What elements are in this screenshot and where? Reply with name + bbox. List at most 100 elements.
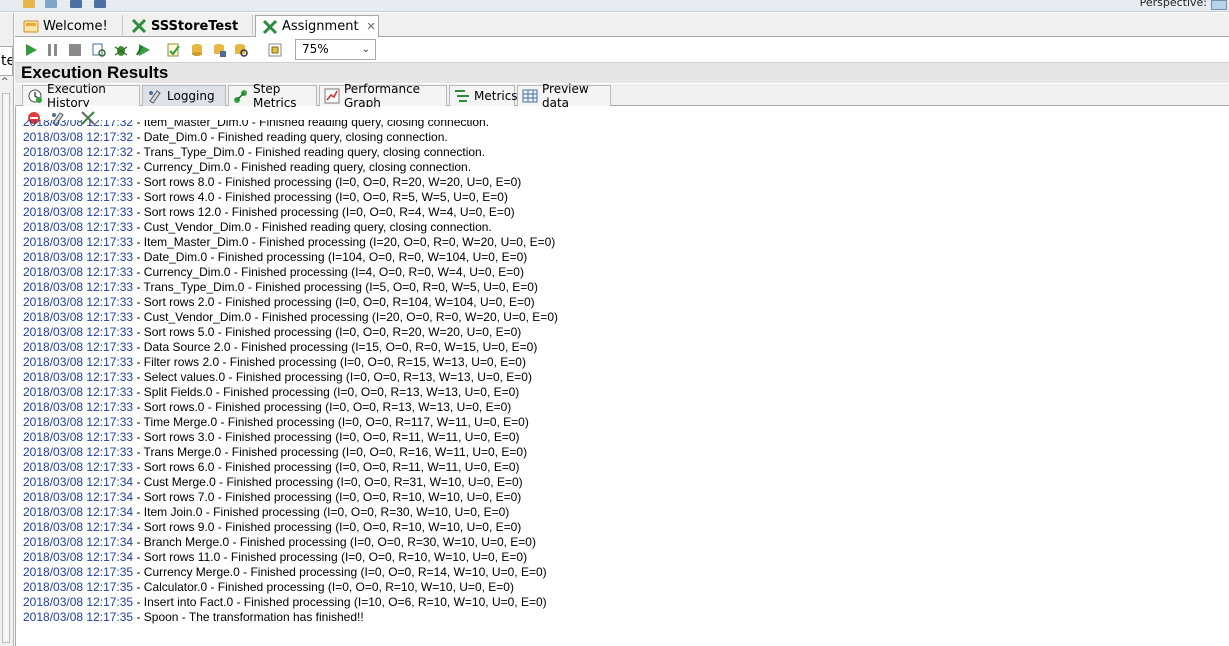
log-timestamp: 2018/03/08 12:17:35	[23, 595, 134, 609]
log-timestamp: 2018/03/08 12:17:35	[23, 580, 134, 594]
log-line: 2018/03/08 12:17:34 - Branch Merge.0 - F…	[23, 535, 1223, 550]
save-as-icon[interactable]	[94, 0, 106, 8]
log-message: - Sort rows 6.0 - Finished processing (I…	[133, 460, 520, 474]
log-timestamp: 2018/03/08 12:17:33	[23, 295, 134, 309]
log-line: 2018/03/08 12:17:34 - Sort rows 7.0 - Fi…	[23, 490, 1223, 505]
run-icon[interactable]	[23, 42, 39, 58]
log-timestamp: 2018/03/08 12:17:33	[23, 460, 134, 474]
tab-preview-data[interactable]: Preview data	[517, 82, 611, 110]
close-icon[interactable]: ✕	[367, 20, 376, 33]
log-timestamp: 2018/03/08 12:17:33	[23, 370, 134, 384]
log-message: - Sort rows 3.0 - Finished processing (I…	[133, 430, 520, 444]
log-line: 2018/03/08 12:17:35 - Spoon - The transf…	[23, 610, 1223, 625]
log-timestamp: 2018/03/08 12:17:35	[23, 565, 134, 579]
log-timestamp: 2018/03/08 12:17:34	[23, 550, 134, 564]
log-line: 2018/03/08 12:17:33 - Item_Master_Dim.0 …	[23, 235, 1223, 250]
stop-icon[interactable]	[67, 42, 83, 58]
tab-step-metrics[interactable]: Step Metrics	[228, 82, 317, 110]
tab-ssstoretest[interactable]: SSStoreTest	[125, 15, 253, 37]
log-timestamp: 2018/03/08 12:17:32	[23, 160, 134, 174]
log-timestamp: 2018/03/08 12:17:32	[23, 145, 134, 159]
execution-results-tabs: Execution History Logging Step Metrics P…	[15, 82, 1229, 110]
section-title: Execution Results	[21, 63, 169, 82]
perspective-icon[interactable]	[1211, 0, 1227, 10]
tab-welcome[interactable]: Welcome!	[17, 15, 123, 37]
log-timestamp: 2018/03/08 12:17:33	[23, 400, 134, 414]
log-line: 2018/03/08 12:17:33 - Cust_Vendor_Dim.0 …	[23, 220, 1223, 235]
log-line: 2018/03/08 12:17:32 - Item_Master_Dim.0 …	[23, 120, 1223, 130]
log-line: 2018/03/08 12:17:34 - Cust Merge.0 - Fin…	[23, 475, 1223, 490]
tab-execution-history[interactable]: Execution History	[22, 82, 140, 110]
log-timestamp: 2018/03/08 12:17:33	[23, 175, 134, 189]
log-line: 2018/03/08 12:17:34 - Sort rows 9.0 - Fi…	[23, 520, 1223, 535]
log-timestamp: 2018/03/08 12:17:33	[23, 415, 134, 429]
log-timestamp: 2018/03/08 12:17:33	[23, 220, 134, 234]
log-line: 2018/03/08 12:17:33 - Cust_Vendor_Dim.0 …	[23, 310, 1223, 325]
log-message: - Trans_Type_Dim.0 - Finished processing…	[133, 280, 538, 294]
replay-icon[interactable]	[136, 42, 152, 58]
tab-metrics[interactable]: Metrics	[449, 85, 518, 106]
log-line: 2018/03/08 12:17:35 - Calculator.0 - Fin…	[23, 580, 1223, 595]
log-line: 2018/03/08 12:17:33 - Time Merge.0 - Fin…	[23, 415, 1223, 430]
chevron-down-icon: ⌄	[361, 44, 370, 55]
log-message: - Sort rows 8.0 - Finished processing (I…	[133, 175, 522, 189]
open-folder-icon[interactable]	[23, 0, 35, 8]
log-line: 2018/03/08 12:17:33 - Sort rows 8.0 - Fi…	[23, 175, 1223, 190]
preview-icon[interactable]	[91, 42, 107, 58]
tab-ssstoretest-label: SSStoreTest	[151, 18, 239, 34]
log-timestamp: 2018/03/08 12:17:35	[23, 610, 134, 624]
log-message: - Sort rows 2.0 - Finished processing (I…	[133, 295, 535, 309]
explore-db-icon[interactable]	[233, 42, 249, 58]
left-panel-tab[interactable]: te	[0, 46, 13, 76]
log-message: - Sort rows 4.0 - Finished processing (I…	[133, 190, 508, 204]
log-line: 2018/03/08 12:17:34 - Sort rows 11.0 - F…	[23, 550, 1223, 565]
log-timestamp: 2018/03/08 12:17:34	[23, 475, 134, 489]
log-line: 2018/03/08 12:17:33 - Currency_Dim.0 - F…	[23, 265, 1223, 280]
tab-performance-graph[interactable]: Performance Graph	[319, 82, 447, 110]
log-line: 2018/03/08 12:17:32 - Currency_Dim.0 - F…	[23, 160, 1223, 175]
zoom-value: 75%	[302, 42, 329, 56]
log-timestamp: 2018/03/08 12:17:33	[23, 325, 134, 339]
log-line: 2018/03/08 12:17:34 - Item Join.0 - Fini…	[23, 505, 1223, 520]
save-icon[interactable]	[70, 0, 82, 8]
welcome-icon	[23, 18, 39, 34]
execution-results-header: Execution Results	[15, 62, 1229, 83]
log-message: - Insert into Fact.0 - Finished processi…	[133, 595, 547, 609]
verify-icon[interactable]	[166, 42, 182, 58]
show-results-icon[interactable]	[267, 42, 283, 58]
debug-icon[interactable]	[113, 42, 129, 58]
log-message: - Calculator.0 - Finished processing (I=…	[133, 580, 514, 594]
log-text-area[interactable]: 2018/03/08 12:17:32 - Item_Master_Dim.0 …	[23, 120, 1223, 640]
log-timestamp: 2018/03/08 12:17:33	[23, 235, 134, 249]
log-message: - Filter rows 2.0 - Finished processing …	[133, 355, 526, 369]
tab-assignment[interactable]: Assignment ✕	[255, 15, 379, 38]
zoom-select[interactable]: 75% ⌄	[295, 39, 376, 60]
tab-logging[interactable]: Logging	[142, 85, 226, 106]
left-panel-gutter: te ^	[0, 13, 14, 646]
log-message: - Sort rows 12.0 - Finished processing (…	[133, 205, 515, 219]
log-message: - Sort rows 11.0 - Finished processing (…	[133, 550, 528, 564]
log-message: - Date_Dim.0 - Finished reading query, c…	[133, 130, 448, 144]
log-timestamp: 2018/03/08 12:17:33	[23, 355, 134, 369]
chevron-up-icon[interactable]: ^	[1, 77, 9, 87]
log-message: - Currency_Dim.0 - Finished processing (…	[133, 265, 524, 279]
pause-icon[interactable]	[45, 42, 61, 58]
log-timestamp: 2018/03/08 12:17:33	[23, 385, 134, 399]
editor-tabs: Welcome! SSStoreTest Assignment ✕	[15, 13, 1229, 38]
explore-icon[interactable]	[45, 0, 57, 8]
impact-icon[interactable]	[189, 42, 205, 58]
log-line: 2018/03/08 12:17:33 - Sort rows 3.0 - Fi…	[23, 430, 1223, 445]
left-panel-scrollbar[interactable]	[2, 93, 10, 643]
log-timestamp: 2018/03/08 12:17:33	[23, 430, 134, 444]
tab-logging-label: Logging	[167, 89, 215, 103]
log-line: 2018/03/08 12:17:33 - Sort rows 5.0 - Fi…	[23, 325, 1223, 340]
transformation-icon	[131, 18, 147, 34]
log-message: - Sort rows 7.0 - Finished processing (I…	[133, 490, 522, 504]
sql-icon[interactable]	[211, 42, 227, 58]
log-message: - Sort rows.0 - Finished processing (I=0…	[133, 400, 512, 414]
log-line: 2018/03/08 12:17:33 - Trans_Type_Dim.0 -…	[23, 280, 1223, 295]
log-timestamp: 2018/03/08 12:17:34	[23, 490, 134, 504]
log-line: 2018/03/08 12:17:33 - Sort rows 2.0 - Fi…	[23, 295, 1223, 310]
log-message: - Trans Merge.0 - Finished processing (I…	[133, 445, 528, 459]
performance-graph-icon	[324, 88, 340, 104]
